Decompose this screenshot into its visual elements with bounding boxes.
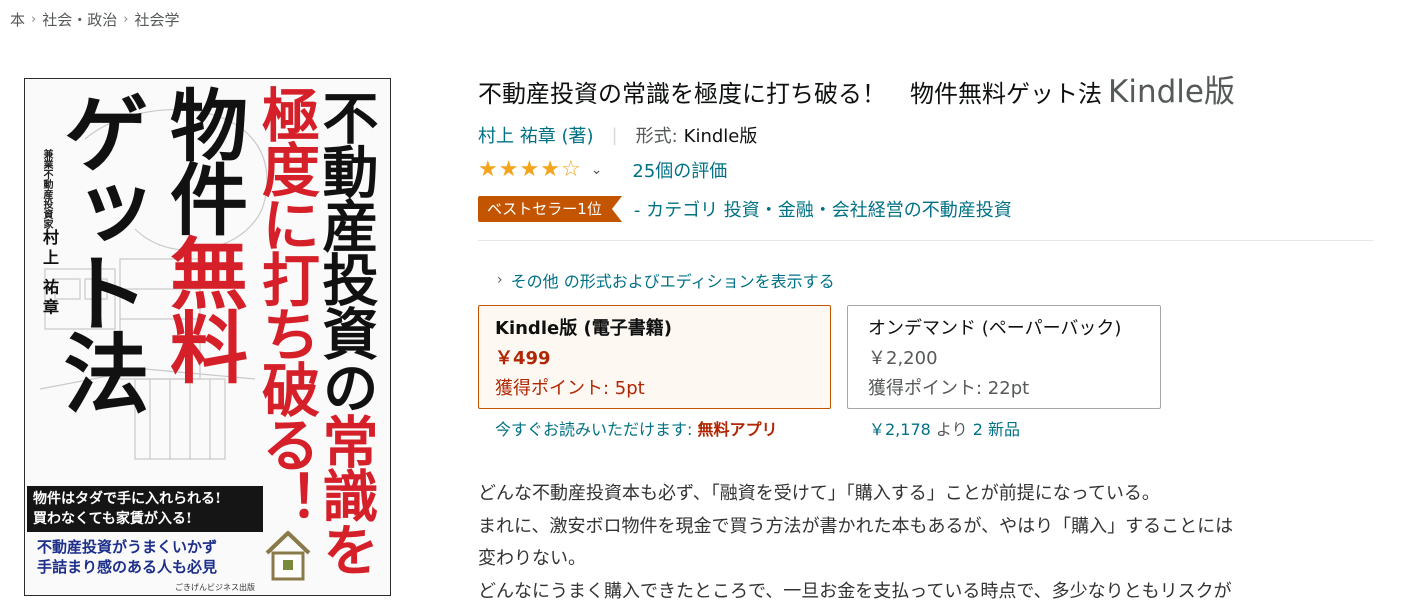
star-full-icon: ★ [478,157,498,182]
cover-author: 村上 祐章 [40,229,59,319]
cover-band-line2: 買わなくても家賃が入る! [33,511,193,527]
breadcrumb-item-society-politics[interactable]: 社会・政治 [42,9,117,30]
bestseller-category-link[interactable]: - カテゴリ 投資・金融・会社経営の不動産投資 [634,196,1012,222]
description-line: どんな不動産投資本も必ず、「融資を受けて」「購入する」ことが前提になっている。 [478,483,1160,504]
byline: 村上 祐章 (著) | 形式: Kindle版 [478,122,757,148]
star-rating[interactable]: ★ ★ ★ ★ ☆ [478,159,581,181]
format-swatch-kindle[interactable]: Kindle版 (電子書籍) ￥499 獲得ポイント: 5pt [478,305,831,409]
author-link[interactable]: 村上 祐章 (著) [478,122,594,148]
book-cover-image[interactable]: 不動産投資の常識を 極度に打ち破る！ 物件無料 ゲット法 兼業不動産投資家 村上… [24,78,391,596]
format-value: Kindle版 [683,126,758,147]
other-formats-link[interactable]: › その他 の形式およびエディションを表示する [497,268,835,292]
swatch-price: ￥499 [495,348,551,369]
free-app-text: 今すぐお読みいただけます: 無料アプリ [495,416,778,440]
cover-blue-line1: 不動産投資がうまくいかず [37,538,218,556]
description-line: 変わりない。 [478,548,586,569]
chevron-right-icon: › [123,12,129,27]
rating-count-link[interactable]: 25個の評価 [632,157,727,183]
new-offers-count: 2 新品 [972,420,1020,439]
swatch-points: 獲得ポイント: 22pt [868,378,1030,399]
cover-publisher: ごきげんビジネス出版 [175,583,255,592]
star-empty-icon: ☆ [560,157,581,182]
swatch-price: ￥2,200 [868,348,938,369]
chevron-down-icon[interactable]: ⌄ [591,162,603,178]
product-title-text: 不動産投資の常識を極度に打ち破る！ 物件無料ゲット法 [478,80,1102,108]
breadcrumb: 本 › 社会・政治 › 社会学 [10,9,179,30]
house-icon [265,531,311,581]
cover-title-line1: 不動産投資の常識を [313,89,378,575]
swatch-points: 獲得ポイント: 5pt [495,378,645,399]
cover-title-line3: 物件無料 [157,85,247,381]
new-offers-from: より [935,420,973,439]
chevron-right-icon: › [497,272,503,288]
description-line: どんなにうまく購入できたところで、一旦お金を支払っている時点で、多少なりともリス… [478,580,1232,602]
product-description: どんな不動産投資本も必ず、「融資を受けて」「購入する」ことが前提になっている。 … [478,478,1378,608]
cover-band-line1: 物件はタダで手に入れられる! [33,491,222,507]
cover-author-caption: 兼業不動産投資家 [41,149,52,229]
new-offers-link[interactable]: ￥2,178 より 2 新品 [869,416,1020,440]
ratings-row: ★ ★ ★ ★ ☆ ⌄ 25個の評価 [478,157,727,183]
format-label: 形式: [635,126,678,147]
cover-blue-text: 不動産投資がうまくいかず 手詰まり感のある人も必見 [37,537,217,577]
cover-title-line2: 極度に打ち破る！ [252,85,320,525]
format-swatch-paperback[interactable]: オンデマンド (ペーパーバック) ￥2,200 獲得ポイント: 22pt [847,305,1161,409]
star-full-icon: ★ [519,157,540,182]
breadcrumb-item-books[interactable]: 本 [10,9,25,30]
divider [478,240,1373,241]
description-line: まれに、激安ボロ物件を現金で買う方法が書かれた本もあるが、やはり「購入」すること… [478,515,1234,537]
star-full-icon: ★ [498,157,519,182]
star-full-icon: ★ [540,157,560,182]
bestseller-badge[interactable]: ベストセラー1位 [478,196,622,222]
swatch-name: オンデマンド (ペーパーバック) [868,318,1122,339]
read-now-label: 今すぐお読みいただけます: [495,420,698,439]
chevron-right-icon: › [31,12,37,27]
free-app-link[interactable]: 無料アプリ [697,420,777,439]
other-formats-label: その他 の形式およびエディションを表示する [510,272,835,291]
product-format-suffix: Kindle版 [1108,74,1235,110]
new-offers-price: ￥2,178 [869,420,936,439]
bestseller-row: ベストセラー1位 - カテゴリ 投資・金融・会社経営の不動産投資 [478,196,1012,222]
breadcrumb-item-sociology[interactable]: 社会学 [134,9,179,30]
byline-divider: | [611,124,618,146]
swatch-name: Kindle版 (電子書籍) [495,318,672,339]
cover-title-line4: ゲット法 [48,89,148,409]
cover-black-band: 物件はタダで手に入れられる! 買わなくても家賃が入る! [27,486,263,532]
product-title: 不動産投資の常識を極度に打ち破る！ 物件無料ゲット法 Kindle版 [478,66,1235,111]
cover-blue-line2: 手詰まり感のある人も必見 [37,558,218,576]
